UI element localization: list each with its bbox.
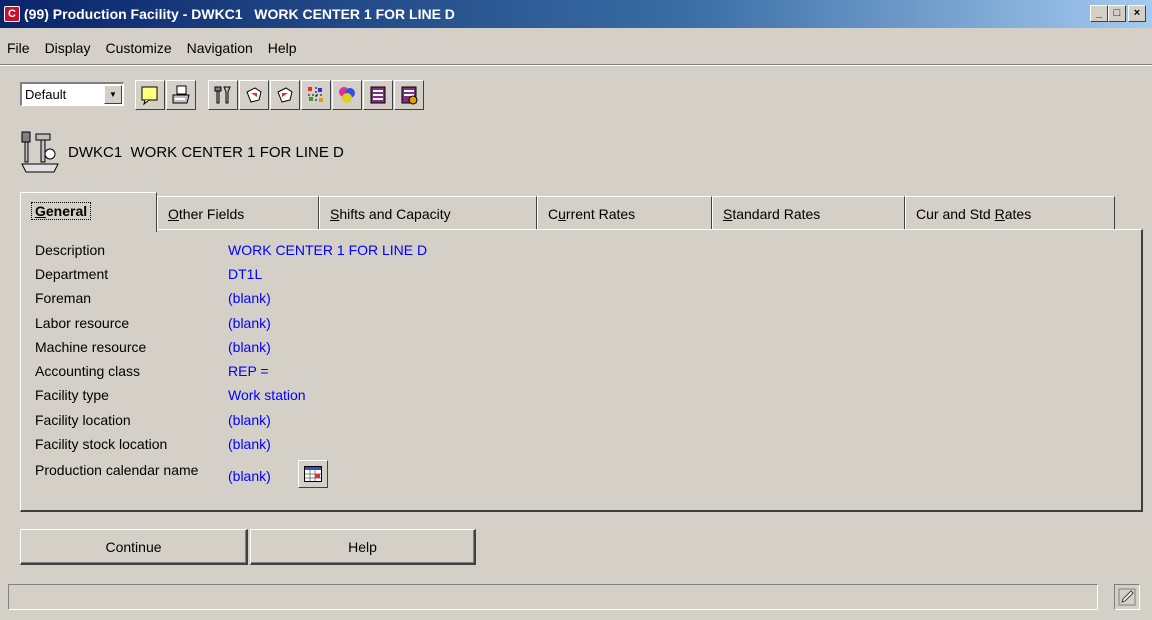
help-button[interactable]: Help [250, 529, 476, 565]
view-select-value: Default [25, 87, 67, 102]
menu-help[interactable]: Help [261, 38, 305, 58]
books-icon [401, 86, 418, 105]
print-button[interactable] [166, 80, 196, 110]
field-value-foreman: (blank) [228, 290, 271, 306]
status-bar [8, 584, 1098, 610]
hand-point-icon [246, 87, 262, 103]
field-label-facility-location: Facility location [35, 412, 131, 428]
view-select[interactable]: Default ▼ [20, 82, 124, 106]
field-label-accounting-class: Accounting class [35, 363, 141, 379]
field-label-department: Department [35, 266, 109, 282]
close-button[interactable]: × [1128, 5, 1146, 22]
scatter-icon [308, 87, 324, 103]
tab-cur-std-rates-label: Cur and Std Rates [916, 206, 1032, 222]
window-title: (99) Production Facility - DWKC1 WORK CE… [24, 6, 455, 22]
app-icon[interactable]: C [4, 6, 20, 22]
minimize-icon: _ [1095, 7, 1103, 19]
menu-file[interactable]: File [0, 38, 38, 58]
field-label-foreman: Foreman [35, 290, 92, 306]
tab-current-rates[interactable]: Current Rates [537, 196, 712, 230]
calendar-icon [304, 466, 322, 482]
field-label-description: Description [35, 242, 106, 258]
colors-icon [339, 87, 355, 103]
field-label-machine-resource: Machine resource [35, 339, 147, 355]
continue-button[interactable]: Continue [20, 529, 248, 565]
maximize-button[interactable]: □ [1108, 5, 1126, 22]
field-value-facility-type: Work station [228, 387, 306, 403]
menu-separator [0, 64, 1152, 66]
record-header: DWKC1 WORK CENTER 1 FOR LINE D [68, 144, 344, 161]
book-button[interactable] [363, 80, 393, 110]
field-value-facility-location: (blank) [228, 412, 271, 428]
tab-shifts-and-capacity[interactable]: Shifts and Capacity [319, 196, 537, 230]
note-icon [141, 86, 158, 106]
help-button-label: Help [348, 538, 377, 555]
record-name: WORK CENTER 1 FOR LINE D [130, 144, 344, 161]
field-label-facility-type: Facility type [35, 387, 109, 403]
menu-navigation[interactable]: Navigation [180, 38, 261, 58]
tab-general[interactable]: General [20, 192, 157, 232]
hand-back-icon [277, 87, 293, 103]
window-controls: _ □ × [1090, 5, 1146, 22]
tab-standard-rates[interactable]: Standard Rates [712, 196, 905, 230]
tools-icon [214, 86, 231, 104]
scatter-button[interactable] [301, 80, 331, 110]
tab-other-fields[interactable]: Other Fields [157, 196, 319, 230]
field-value-description: WORK CENTER 1 FOR LINE D [228, 242, 428, 258]
field-value-machine-resource: (blank) [228, 339, 271, 355]
continue-button-label: Continue [105, 538, 162, 555]
maximize-icon: □ [1113, 7, 1121, 19]
calendar-button[interactable] [298, 460, 328, 488]
pencil-icon [1118, 588, 1136, 606]
close-icon: × [1133, 7, 1141, 19]
app-icon-glyph: C [8, 7, 16, 20]
field-value-production-calendar: (blank) [228, 468, 271, 484]
tab-other-fields-label: Other Fields [168, 206, 245, 222]
book-icon [370, 86, 386, 104]
record-code: DWKC1 [68, 144, 123, 161]
chevron-down-icon[interactable]: ▼ [104, 85, 122, 104]
tab-general-label: General [31, 202, 92, 220]
books-button[interactable] [394, 80, 424, 110]
field-value-facility-stock-location: (blank) [228, 436, 271, 452]
field-label-facility-stock-location: Facility stock location [35, 436, 168, 452]
note-button[interactable] [135, 80, 165, 110]
status-edit-icon[interactable] [1114, 584, 1140, 610]
menu-bar: File Display Customize Navigation Help [0, 38, 305, 58]
print-icon [172, 85, 190, 104]
hand-point-button[interactable] [239, 80, 269, 110]
minimize-button[interactable]: _ [1090, 5, 1108, 22]
field-value-department: DT1L [228, 266, 263, 282]
menu-display[interactable]: Display [38, 38, 99, 58]
work-center-icon [21, 131, 59, 173]
field-label-production-calendar: Production calendar name [35, 462, 199, 478]
title-bar[interactable]: C (99) Production Facility - DWKC1 WORK … [0, 0, 1152, 28]
field-label-labor-resource: Labor resource [35, 315, 130, 331]
tab-current-rates-label: Current Rates [548, 206, 636, 222]
menu-customize[interactable]: Customize [98, 38, 179, 58]
colors-button[interactable] [332, 80, 362, 110]
tab-cur-and-std-rates[interactable]: Cur and Std Rates [905, 196, 1115, 230]
field-value-accounting-class: REP = [228, 363, 269, 379]
field-value-labor-resource: (blank) [228, 315, 271, 331]
tools-button[interactable] [208, 80, 238, 110]
hand-back-button[interactable] [270, 80, 300, 110]
general-panel: Description WORK CENTER 1 FOR LINE D Dep… [20, 229, 1143, 512]
tab-standard-rates-label: Standard Rates [723, 206, 821, 222]
tab-shifts-label: Shifts and Capacity [330, 206, 451, 222]
